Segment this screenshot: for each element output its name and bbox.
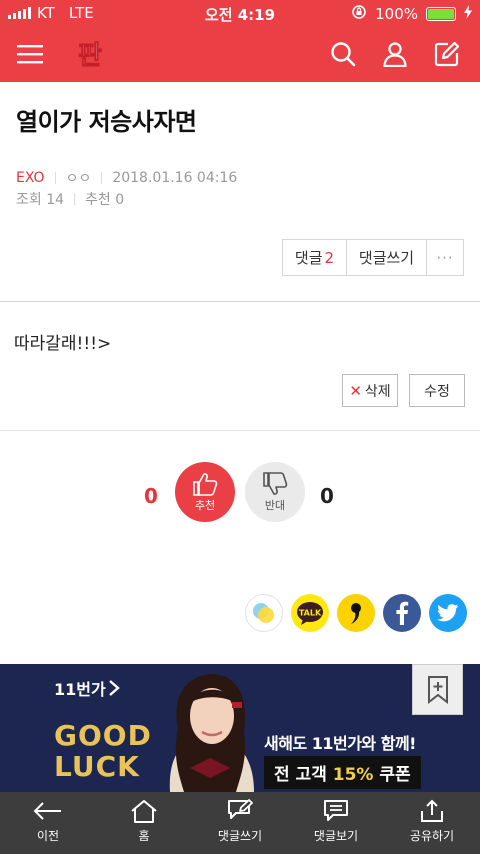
downvote-count: 0	[320, 484, 334, 508]
meta-separator	[74, 193, 76, 205]
upvote-button[interactable]: 추천	[175, 462, 235, 522]
toolbar-write-comment-label: 댓글쓰기	[217, 829, 263, 843]
banner-brand-label: 11번가	[54, 680, 106, 699]
downvote-button[interactable]: 반대	[245, 462, 305, 522]
banner-headline-line1: GOOD	[54, 719, 152, 752]
banner-model-image	[150, 668, 270, 792]
banner-headline: GOOD LUCK	[54, 720, 152, 782]
downvote-label: 반대	[264, 498, 286, 512]
post-stats: 조회 14 추천 0	[16, 189, 124, 209]
battery-percent: 100%	[375, 5, 418, 23]
charging-icon	[464, 5, 472, 23]
comment-button-group: 댓글 2 댓글쓰기 ···	[282, 239, 464, 276]
menu-icon[interactable]	[14, 38, 46, 70]
kakaostory-icon[interactable]	[245, 594, 283, 632]
toolbar-write-comment-button[interactable]: 댓글쓰기	[192, 792, 288, 854]
share-icon	[421, 799, 443, 822]
svg-text:TALK: TALK	[299, 609, 322, 618]
write-comment-button[interactable]: 댓글쓰기	[347, 240, 427, 275]
battery-icon	[426, 7, 456, 21]
write-icon[interactable]	[431, 38, 463, 70]
toolbar-home-button[interactable]: 홈	[96, 792, 192, 854]
user-icon[interactable]	[379, 38, 411, 70]
post-category[interactable]: EXO	[16, 170, 45, 186]
comments-label: 댓글	[294, 249, 323, 267]
pann-logo[interactable]: 판	[70, 34, 110, 74]
quote-icon[interactable]	[337, 594, 375, 632]
app-header: 판	[0, 26, 480, 82]
home-icon	[131, 800, 157, 823]
coupon-suffix: 쿠폰	[379, 765, 411, 785]
comments-button[interactable]: 댓글 2	[283, 240, 347, 275]
post-views: 조회 14	[16, 192, 65, 208]
post-body: 따라갈래!!!>	[14, 334, 112, 354]
toolbar-home-label: 홈	[138, 829, 150, 843]
upvote-count: 0	[144, 484, 158, 508]
post-title: 열이가 저승사자면	[16, 108, 197, 136]
post-datetime: 2018.01.16 04:16	[112, 170, 238, 186]
coupon-prefix: 전 고객	[274, 765, 327, 785]
bookmark-button[interactable]	[412, 664, 463, 715]
bottom-toolbar: 이전 홈 댓글쓰기 댓글보기 공유하기	[0, 792, 480, 854]
coupon-value: 15%	[332, 765, 374, 785]
view-comments-icon	[324, 800, 348, 821]
svg-text:판: 판	[78, 41, 102, 71]
toolbar-share-label: 공유하기	[409, 829, 455, 843]
banner-coupon: 전 고객 15% 쿠폰	[264, 756, 421, 789]
write-comment-icon	[228, 799, 253, 819]
close-icon: ✕	[349, 381, 362, 400]
post-recommends: 추천 0	[85, 192, 125, 208]
toolbar-back-button[interactable]: 이전	[0, 792, 96, 854]
rotation-lock-icon	[351, 4, 367, 24]
more-button[interactable]: ···	[427, 240, 463, 275]
divider	[0, 430, 480, 431]
meta-separator	[101, 172, 103, 184]
search-icon[interactable]	[327, 38, 359, 70]
ad-banner[interactable]: 11번가 GOOD LUCK 새해도 11번가와 함께! 전 고객 15% 쿠폰	[0, 664, 480, 792]
twitter-icon[interactable]	[429, 594, 467, 632]
upvote-label: 추천	[194, 498, 216, 512]
banner-copy: 새해도 11번가와 함께!	[264, 734, 416, 753]
comments-count: 2	[324, 248, 335, 267]
divider	[0, 301, 480, 302]
back-arrow-icon	[33, 802, 61, 820]
banner-headline-line2: LUCK	[54, 750, 140, 783]
banner-brand: 11번가	[54, 676, 120, 700]
edit-button[interactable]: 수정	[409, 374, 465, 407]
facebook-icon[interactable]	[383, 594, 421, 632]
post-meta: EXO ㅇㅇ 2018.01.16 04:16	[16, 168, 237, 188]
meta-separator	[54, 172, 56, 184]
toolbar-view-comments-label: 댓글보기	[313, 829, 359, 843]
bookmark-add-icon	[427, 675, 448, 704]
status-bar: KT LTE 오전 4:19 100%	[0, 0, 480, 26]
post-author: ㅇㅇ	[65, 171, 92, 187]
chevron-right-icon	[108, 680, 120, 696]
delete-label: 삭제	[364, 383, 391, 400]
thumbs-down-icon	[263, 471, 288, 495]
toolbar-back-label: 이전	[36, 829, 60, 843]
status-right: 100%	[351, 4, 472, 24]
delete-button[interactable]: ✕ 삭제	[342, 374, 398, 407]
toolbar-share-button[interactable]: 공유하기	[384, 792, 480, 854]
kakaotalk-icon[interactable]: TALK	[291, 594, 329, 632]
thumbs-up-icon	[193, 472, 218, 496]
toolbar-view-comments-button[interactable]: 댓글보기	[288, 792, 384, 854]
